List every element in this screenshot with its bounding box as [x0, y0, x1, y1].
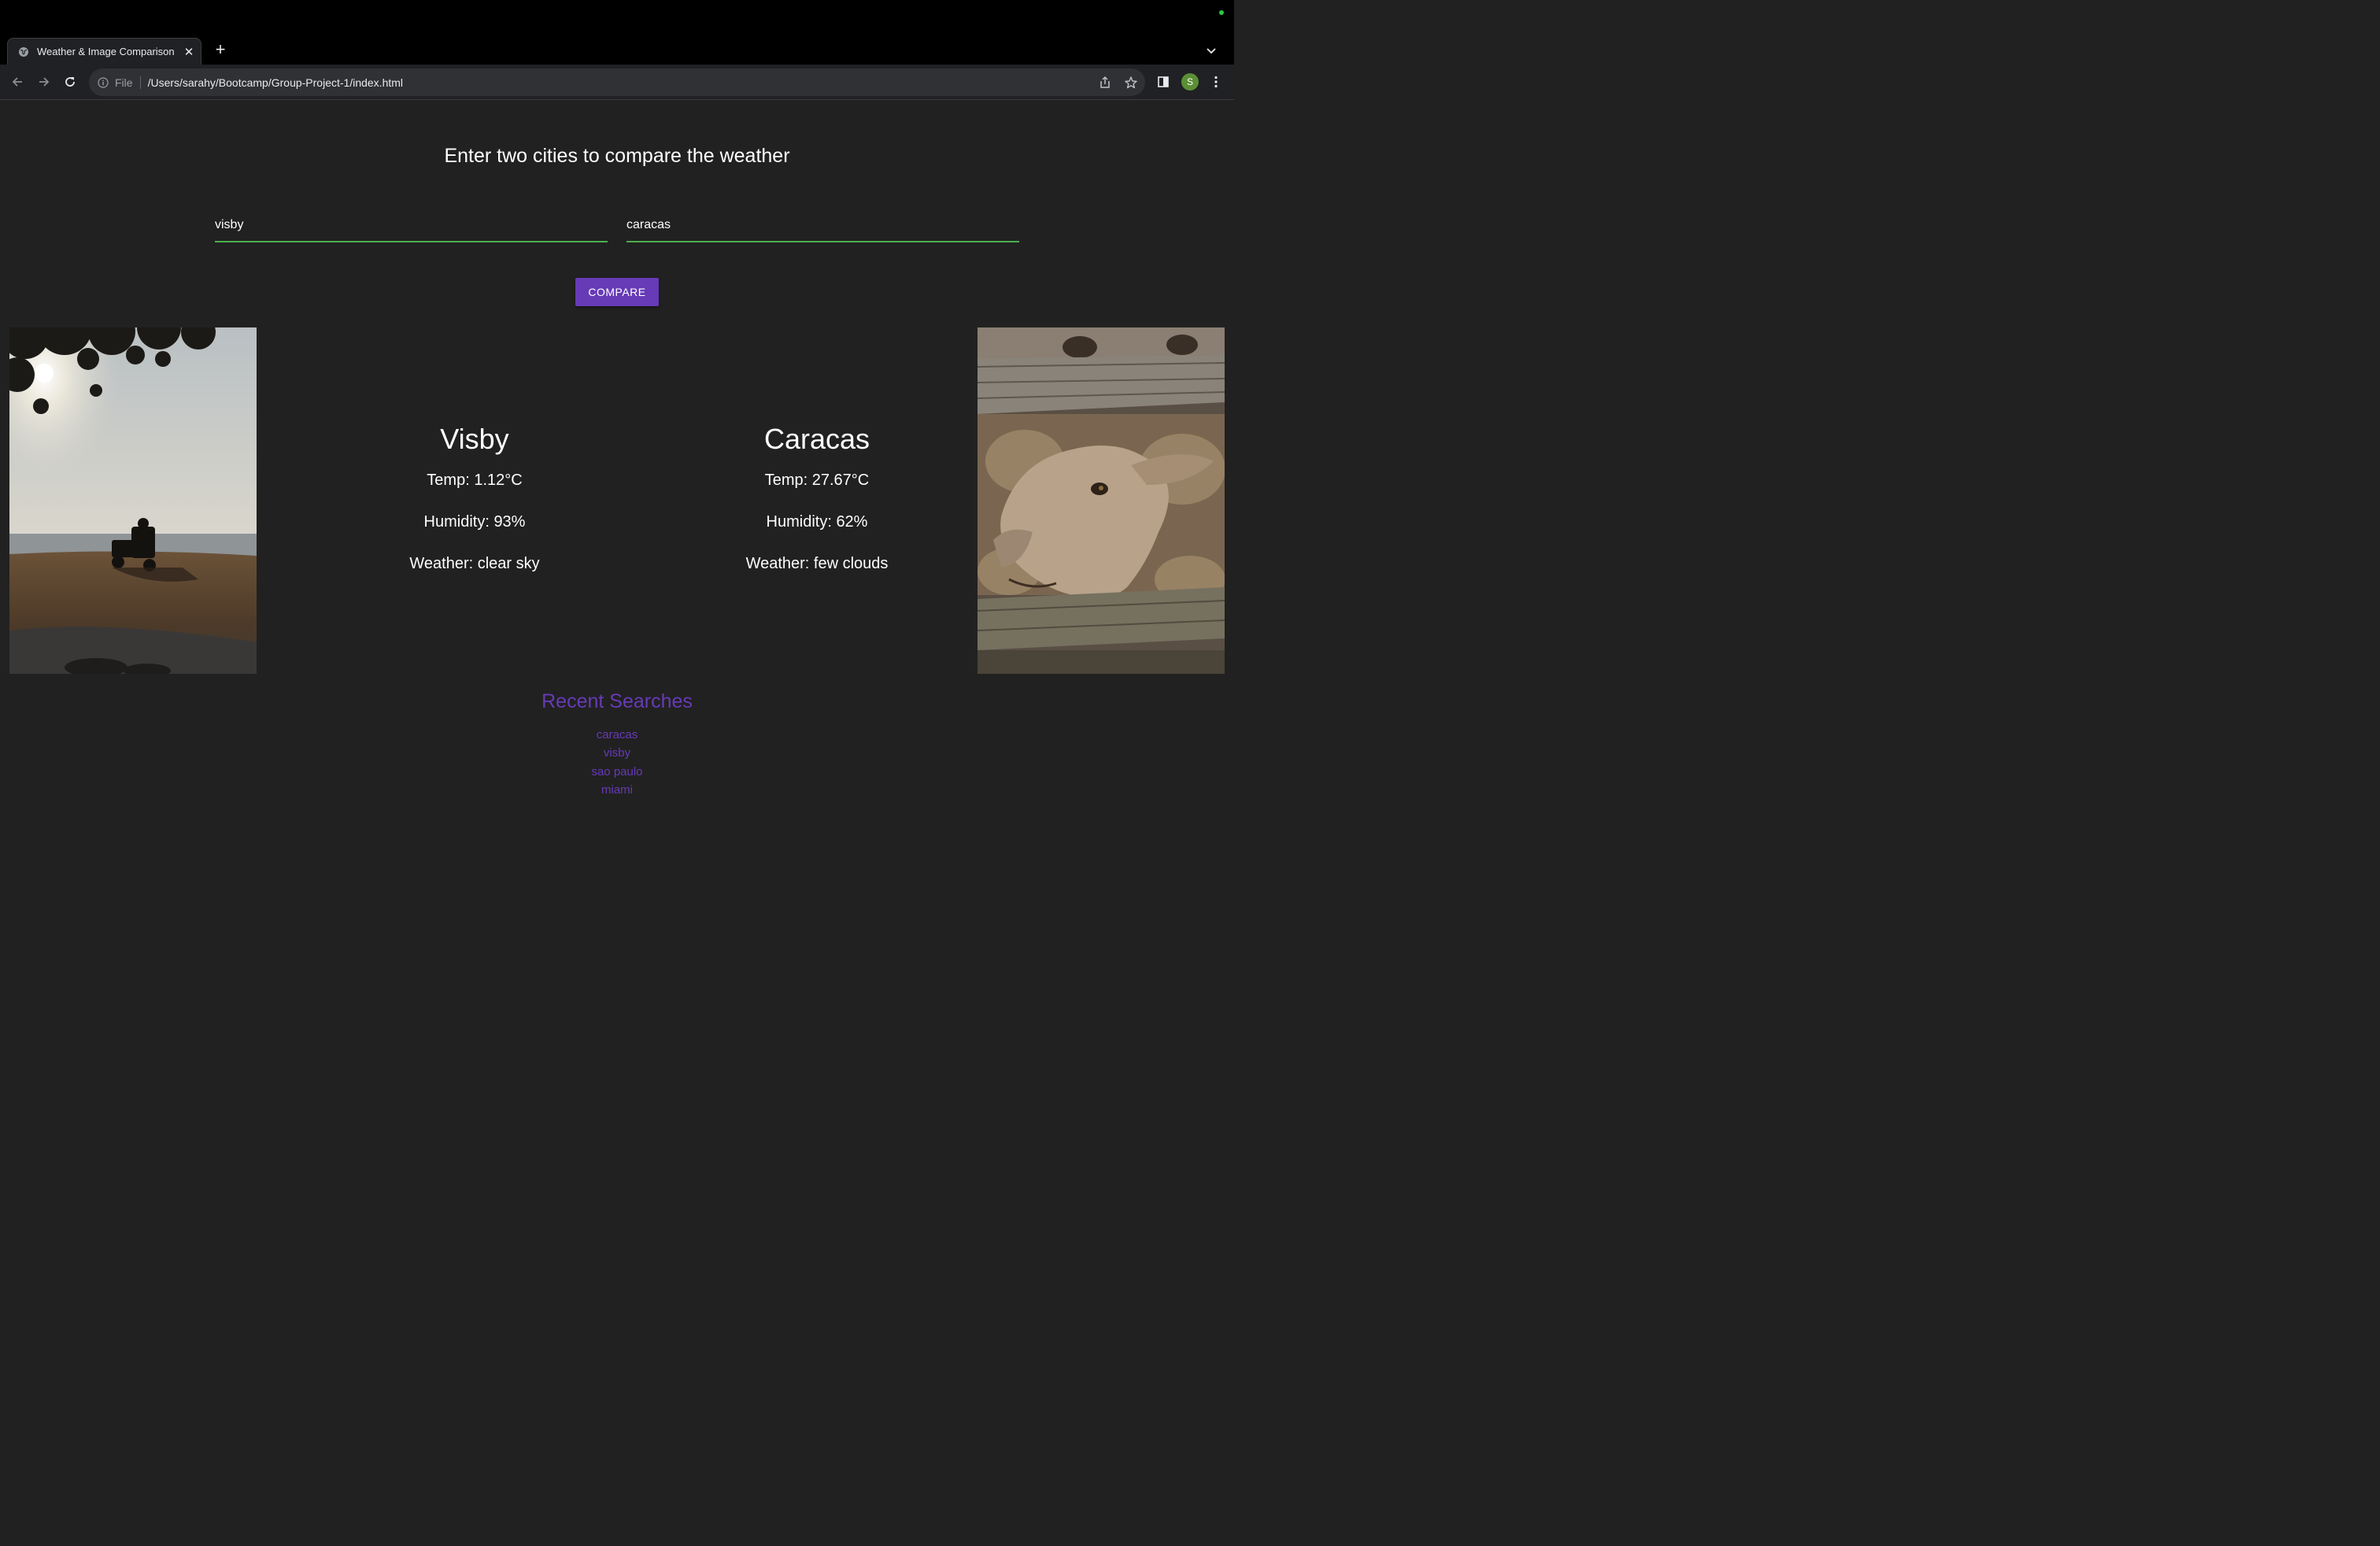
city1-humidity: Humidity: 93% — [423, 513, 526, 531]
address-bar[interactable]: File /Users/sarahy/Bootcamp/Group-Projec… — [89, 68, 1145, 96]
tab-title: Weather & Image Comparison — [37, 46, 175, 57]
recent-search-item[interactable]: miami — [0, 781, 1234, 799]
recent-search-item[interactable]: caracas — [0, 726, 1234, 744]
globe-icon — [17, 46, 30, 58]
forward-icon[interactable] — [36, 74, 52, 90]
kebab-menu-icon[interactable] — [1208, 74, 1224, 90]
city1-weather: Weather: clear sky — [409, 555, 540, 572]
recent-searches-title: Recent Searches — [541, 690, 693, 712]
city2-weather: Weather: few clouds — [745, 555, 889, 572]
browser-tab-strip: Weather & Image Comparison ✕ + — [0, 0, 1234, 65]
browser-tab[interactable]: Weather & Image Comparison ✕ — [7, 38, 201, 65]
side-panel-icon[interactable] — [1155, 74, 1171, 90]
city1-weather-card: Visby Temp: 1.12°C Humidity: 93% Weather… — [357, 423, 593, 597]
city1-input[interactable] — [215, 209, 608, 242]
compare-button[interactable]: COMPARE — [575, 278, 659, 306]
browser-toolbar: File /Users/sarahy/Bootcamp/Group-Projec… — [0, 65, 1234, 100]
address-url[interactable]: /Users/sarahy/Bootcamp/Group-Project-1/i… — [148, 76, 403, 89]
reload-icon[interactable] — [62, 74, 78, 90]
city2-weather-card: Caracas Temp: 27.67°C Humidity: 62% Weat… — [699, 423, 935, 597]
city1-name: Visby — [440, 423, 509, 455]
city2-photo — [978, 327, 1225, 674]
close-icon[interactable]: ✕ — [182, 45, 196, 59]
recording-indicator — [1219, 10, 1224, 15]
recent-search-item[interactable]: visby — [0, 744, 1234, 762]
city2-input[interactable] — [626, 209, 1019, 242]
back-icon[interactable] — [9, 74, 25, 90]
info-icon[interactable] — [98, 76, 109, 88]
chevron-down-icon[interactable] — [1204, 43, 1218, 57]
profile-avatar[interactable]: S — [1181, 73, 1199, 91]
city1-temp: Temp: 1.12°C — [427, 472, 523, 489]
recent-searches-list: caracas visby sao paulo miami — [0, 726, 1234, 799]
share-icon[interactable] — [1098, 76, 1112, 90]
plus-icon[interactable]: + — [211, 41, 230, 60]
star-icon[interactable] — [1124, 76, 1138, 90]
recent-search-item[interactable]: sao paulo — [0, 763, 1234, 781]
city2-name: Caracas — [763, 423, 870, 455]
page-title: Enter two cities to compare the weather — [444, 145, 790, 167]
city2-humidity: Humidity: 62% — [766, 513, 868, 531]
address-divider — [139, 76, 141, 89]
city2-temp: Temp: 27.67°C — [764, 472, 870, 489]
city1-photo — [9, 327, 257, 674]
address-scheme: File — [115, 76, 133, 89]
